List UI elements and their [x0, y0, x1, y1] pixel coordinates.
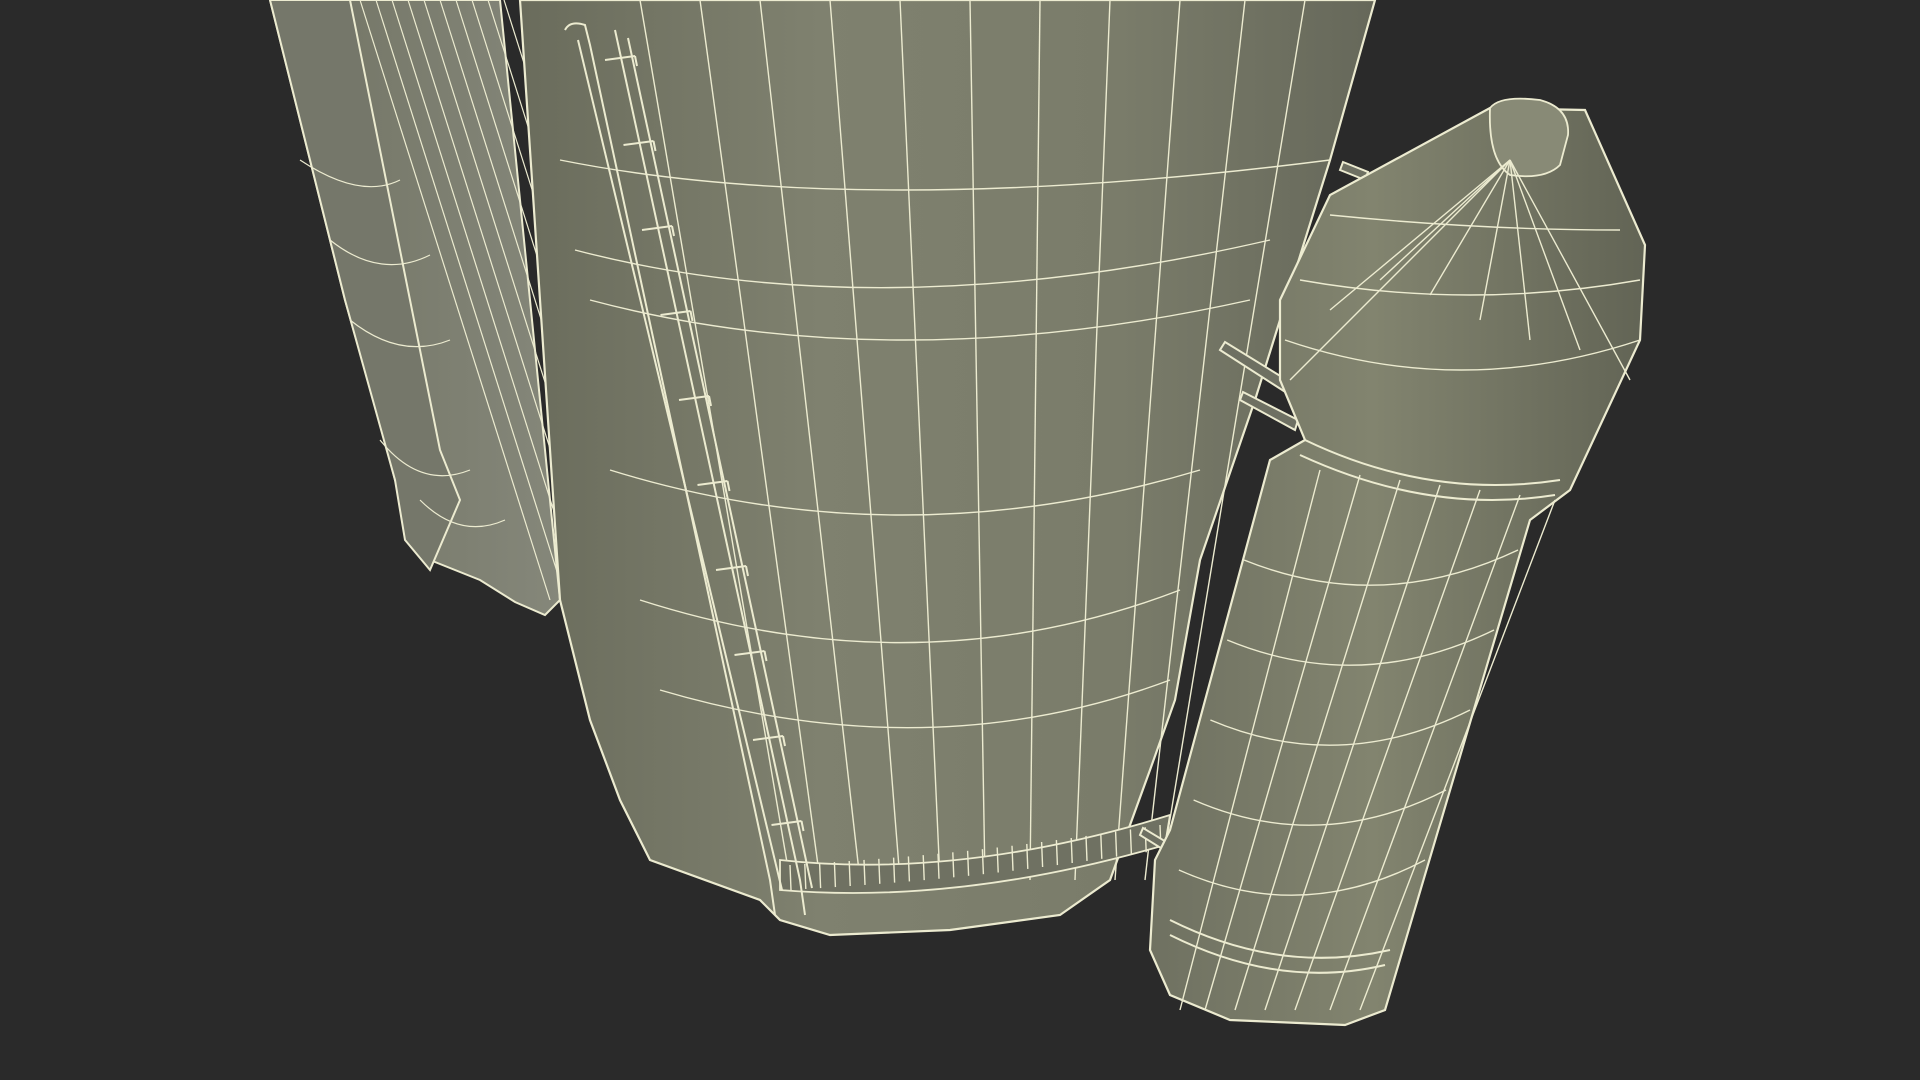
render-viewport	[268, 0, 1647, 1027]
